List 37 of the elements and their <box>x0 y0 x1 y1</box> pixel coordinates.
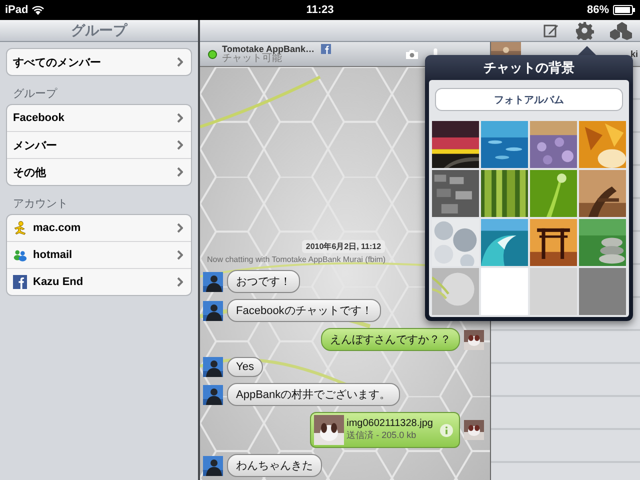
chevron-icon <box>177 140 183 150</box>
list-item[interactable]: その他 <box>7 158 191 185</box>
buddy-name: ki <box>630 49 638 59</box>
photo-album-button[interactable]: フォトアルバム <box>435 88 623 111</box>
list-item[interactable]: Facebook <box>7 105 191 131</box>
section-header: グループ <box>13 86 58 101</box>
popover-title: チャットの背景 <box>482 59 576 77</box>
camera-icon[interactable] <box>405 48 419 60</box>
section-header: アカウント <box>13 197 69 211</box>
running-figure-icon <box>13 221 27 235</box>
settings-icon[interactable] <box>575 21 594 40</box>
chevron-icon <box>177 113 183 123</box>
chevron-icon <box>177 57 183 67</box>
wifi-icon <box>32 6 44 14</box>
carrier-label: iPad <box>5 4 28 16</box>
chevron-icon <box>177 167 183 177</box>
battery-icon <box>613 5 635 15</box>
contact-status: チャット可能 <box>222 54 282 64</box>
chevron-icon <box>177 250 183 260</box>
sidebar-title: グループ <box>71 22 127 40</box>
hexagon-cluster-icon[interactable] <box>610 22 632 40</box>
list-item[interactable]: Kazu End <box>7 268 191 295</box>
buddies-icon <box>13 248 27 262</box>
color-swatch[interactable] <box>481 268 528 315</box>
facebook-icon <box>320 44 331 54</box>
list-item[interactable]: hotmail <box>7 241 191 268</box>
list-item[interactable]: すべてのメンバー <box>7 49 191 75</box>
facebook-icon <box>13 275 27 289</box>
list-item[interactable]: mac.com <box>7 215 191 241</box>
compose-icon[interactable] <box>543 22 559 38</box>
clock-time: 11:23 <box>306 4 334 16</box>
color-swatch[interactable] <box>579 268 626 315</box>
list-item[interactable]: メンバー <box>7 131 191 158</box>
chevron-icon <box>177 277 183 287</box>
battery-percent: 86% <box>586 4 609 16</box>
contact-name: Tomotake AppBank… <box>222 44 315 54</box>
chevron-icon <box>177 223 183 233</box>
